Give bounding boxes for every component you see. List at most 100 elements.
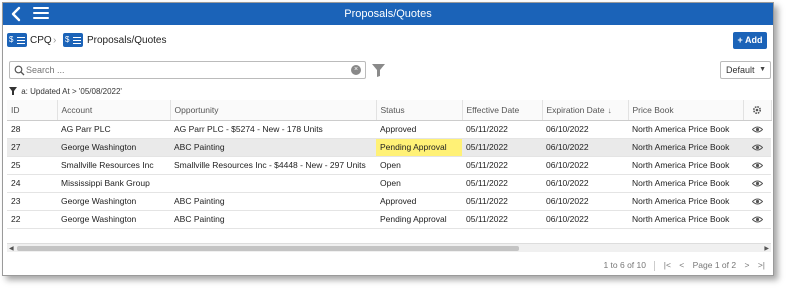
app-window: Proposals/Quotes $ CPQ › $ Proposals/Quo… [2, 2, 774, 276]
cell-opportunity: ABC Painting [170, 210, 376, 229]
cell-price-book: North America Price Book [628, 120, 743, 139]
column-header-expiration-date[interactable]: Expiration Date ↓ [542, 100, 629, 121]
pagination: 1 to 6 of 10 |< < Page 1 of 2 > >| [597, 260, 765, 271]
table-row[interactable]: 28 AG Parr PLC AG Parr PLC - $5274 - New -… [7, 120, 771, 139]
active-filter: a: Updated At > '05/08/2022' [9, 87, 122, 96]
eye-icon[interactable] [751, 198, 763, 205]
cell-view [743, 210, 771, 229]
column-header-price-book[interactable]: Price Book [628, 100, 744, 121]
view-select[interactable]: Default ▼ [720, 61, 771, 79]
cell-price-book: North America Price Book [628, 210, 743, 229]
cell-id: 25 [7, 156, 57, 175]
table-row[interactable]: 27 George Washington ABC Painting Pending A… [7, 138, 771, 157]
pagination-divider [654, 260, 656, 271]
filter-icon[interactable] [372, 64, 385, 77]
table-row[interactable]: 23 George Washington ABC Painting Approved 0… [7, 192, 771, 211]
search-icon [14, 65, 25, 76]
eye-icon[interactable] [751, 216, 763, 223]
next-page-icon[interactable]: > [744, 260, 749, 270]
add-button[interactable]: + Add [733, 32, 767, 49]
cell-expiration-date: 06/10/2022 [542, 120, 628, 139]
page-title: Proposals/Quotes [344, 8, 432, 20]
plus-icon: + [737, 35, 743, 45]
breadcrumb-item-proposals-quotes: Proposals/Quotes [87, 35, 167, 46]
cell-effective-date: 05/11/2022 [462, 138, 542, 157]
table-row[interactable]: 25 Smallville Resources Inc Smallville Res… [7, 156, 771, 175]
eye-icon[interactable] [751, 144, 763, 151]
scroll-right-icon[interactable]: ▶ [764, 245, 769, 252]
cell-opportunity: ABC Painting [170, 138, 376, 157]
cell-id: 22 [7, 210, 57, 229]
cell-status: Pending Approval [376, 138, 462, 157]
cell-expiration-date: 06/10/2022 [542, 156, 628, 175]
horizontal-scrollbar[interactable]: ◀ ▶ [7, 243, 771, 252]
cell-expiration-date: 06/10/2022 [542, 192, 628, 211]
cell-expiration-date: 06/10/2022 [542, 174, 628, 193]
quotes-grid: ID Account Opportunity Status Effective … [7, 100, 772, 229]
active-filter-prefix: a: [21, 87, 28, 96]
pagination-range: 1 to 6 of 10 [603, 260, 646, 270]
cell-id: 23 [7, 192, 57, 211]
cell-view [743, 174, 771, 193]
cell-id: 27 [7, 138, 57, 157]
cell-opportunity: AG Parr PLC - $5274 - New - 178 Units [170, 120, 376, 139]
cell-status: Approved [376, 120, 462, 139]
cell-view [743, 120, 771, 139]
breadcrumb: $ CPQ › $ Proposals/Quotes + Add [3, 29, 773, 53]
cell-account: Mississippi Bank Group [57, 174, 170, 193]
table-row[interactable]: 24 Mississippi Bank Group Open 05/11/2022 06… [7, 174, 771, 193]
eye-icon[interactable] [751, 162, 763, 169]
column-header-effective-date[interactable]: Effective Date [462, 100, 543, 121]
eye-icon[interactable] [751, 126, 763, 133]
cell-status: Pending Approval [376, 210, 462, 229]
clear-search-icon[interactable]: × [351, 65, 361, 75]
view-select-value: Default [726, 65, 755, 75]
dollar-list-icon: $ [63, 33, 83, 47]
prev-page-icon[interactable]: < [679, 260, 684, 270]
cell-account: George Washington [57, 192, 170, 211]
table-header-row: ID Account Opportunity Status Effective … [7, 100, 772, 121]
cell-effective-date: 05/11/2022 [462, 120, 542, 139]
column-header-opportunity[interactable]: Opportunity [170, 100, 377, 121]
cell-price-book: North America Price Book [628, 156, 743, 175]
cell-price-book: North America Price Book [628, 138, 743, 157]
column-header-status[interactable]: Status [376, 100, 463, 121]
breadcrumb-item-cpq[interactable]: CPQ [30, 35, 52, 46]
cell-effective-date: 05/11/2022 [462, 192, 542, 211]
cell-id: 28 [7, 120, 57, 139]
title-bar: Proposals/Quotes [3, 3, 773, 25]
sort-descending-icon: ↓ [607, 105, 612, 115]
chevron-down-icon: ▼ [759, 66, 766, 73]
gear-icon[interactable] [752, 105, 762, 115]
cell-status: Approved [376, 192, 462, 211]
cell-opportunity: ABC Painting [170, 192, 376, 211]
active-filter-text[interactable]: Updated At > '05/08/2022' [30, 87, 122, 96]
cell-account: George Washington [57, 138, 170, 157]
search-input[interactable] [26, 64, 344, 76]
first-page-icon[interactable]: |< [664, 260, 671, 270]
cell-account: AG Parr PLC [57, 120, 170, 139]
column-header-id[interactable]: ID [7, 100, 58, 121]
cell-expiration-date: 06/10/2022 [542, 210, 628, 229]
cell-view [743, 138, 771, 157]
cell-account: Smallville Resources Inc [57, 156, 170, 175]
cell-effective-date: 05/11/2022 [462, 156, 542, 175]
column-header-account[interactable]: Account [57, 100, 171, 121]
cell-status: Open [376, 174, 462, 193]
eye-icon[interactable] [751, 180, 763, 187]
cell-effective-date: 05/11/2022 [462, 210, 542, 229]
column-settings[interactable] [743, 100, 772, 121]
scroll-left-icon[interactable]: ◀ [9, 245, 14, 252]
cell-opportunity [170, 174, 376, 193]
table-row[interactable]: 22 George Washington ABC Painting Pending A… [7, 210, 771, 229]
cell-id: 24 [7, 174, 57, 193]
add-button-label: Add [744, 35, 763, 45]
cell-view [743, 156, 771, 175]
cell-price-book: North America Price Book [628, 192, 743, 211]
cell-expiration-date: 06/10/2022 [542, 138, 628, 157]
page-indicator: Page 1 of 2 [692, 260, 737, 270]
cell-effective-date: 05/11/2022 [462, 174, 542, 193]
last-page-icon[interactable]: >| [758, 260, 765, 270]
cell-price-book: North America Price Book [628, 174, 743, 193]
scrollbar-thumb[interactable] [17, 246, 519, 251]
